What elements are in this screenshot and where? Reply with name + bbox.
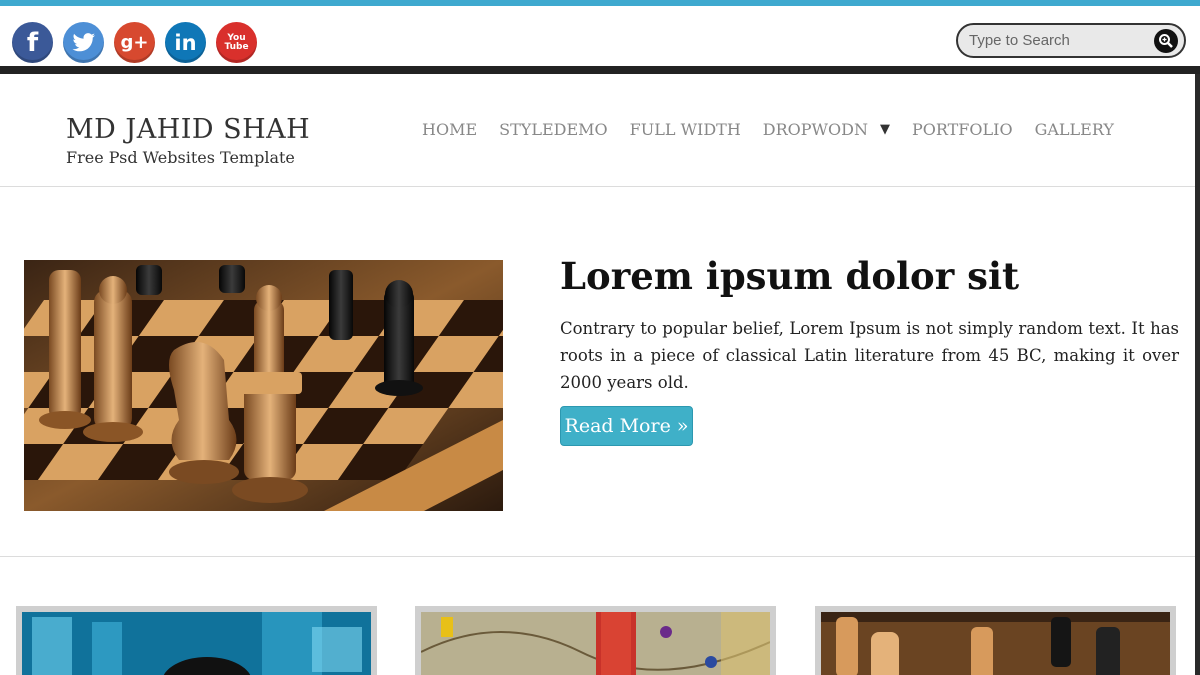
twitter-icon[interactable] [63, 22, 104, 63]
nav-item-styledemo[interactable]: STYLEDEMO [499, 120, 608, 139]
dropdown-arrow-icon: ▼ [879, 122, 890, 137]
feature-text: Contrary to popular belief, Lorem Ipsum … [560, 319, 1179, 392]
main-nav: HOME STYLEDEMO FULL WIDTH DROPWODN ▼ PORT… [422, 120, 1136, 139]
header-divider [0, 66, 1200, 74]
top-bar: f g+ in You Tube [0, 6, 1200, 66]
thumbnail-1[interactable] [16, 606, 377, 675]
read-more-button[interactable]: Read More » [560, 406, 693, 446]
search-input[interactable] [969, 32, 1154, 49]
feature-image[interactable] [24, 260, 503, 511]
nav-item-dropdown[interactable]: DROPWODN ▼ [763, 120, 890, 139]
search-box [956, 23, 1186, 58]
linkedin-icon[interactable]: in [165, 22, 206, 63]
feature-title: Lorem ipsum dolor sit [560, 254, 1020, 298]
site-title[interactable]: MD JAHID SHAH [66, 114, 310, 145]
page-right-edge [1195, 74, 1200, 675]
site-tagline: Free Psd Websites Template [66, 148, 295, 167]
google-plus-icon[interactable]: g+ [114, 22, 155, 63]
section-divider [0, 186, 1195, 187]
social-links: f g+ in You Tube [12, 22, 257, 63]
nav-item-full-width[interactable]: FULL WIDTH [630, 120, 741, 139]
search-icon[interactable] [1154, 28, 1178, 53]
nav-item-gallery[interactable]: GALLERY [1035, 120, 1114, 139]
section-divider-2 [0, 556, 1195, 557]
nav-item-home[interactable]: HOME [422, 120, 477, 139]
brand: MD JAHID SHAH Free Psd Websites Template [66, 114, 310, 167]
nav-item-portfolio[interactable]: PORTFOLIO [912, 120, 1013, 139]
facebook-icon[interactable]: f [12, 22, 53, 63]
thumbnail-3[interactable] [815, 606, 1176, 675]
youtube-icon[interactable]: You Tube [216, 22, 257, 63]
thumbnail-2[interactable] [415, 606, 776, 675]
